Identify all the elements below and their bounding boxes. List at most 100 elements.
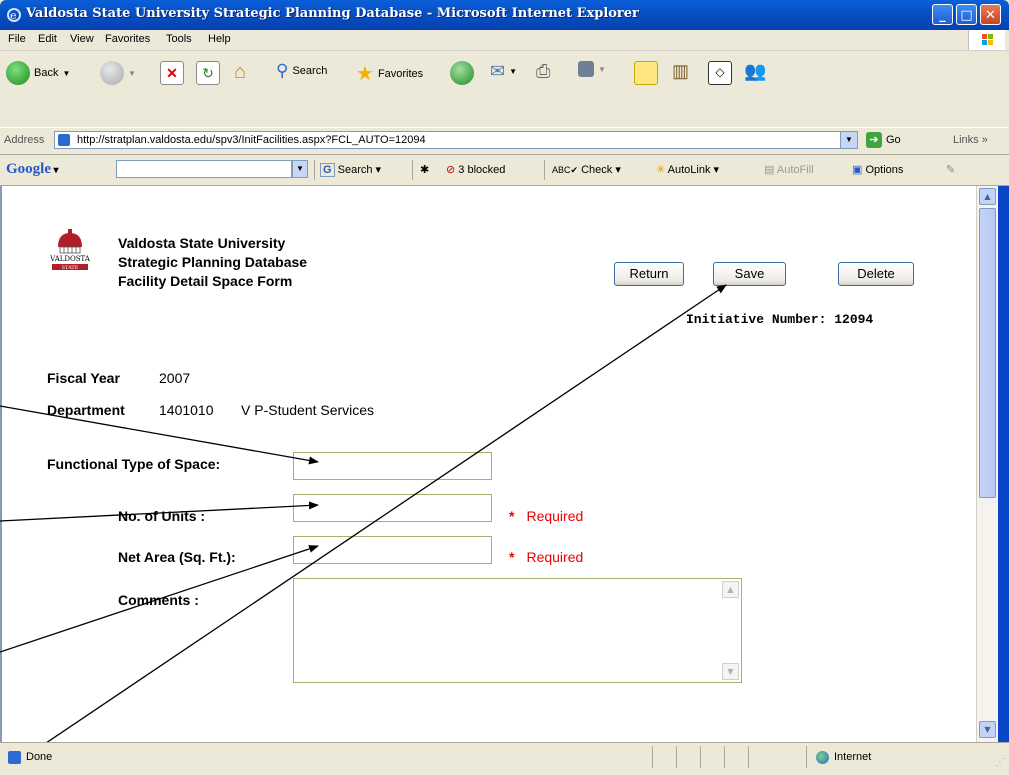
home-icon: ⌂ — [234, 61, 247, 83]
media-button[interactable]: ◇ — [708, 61, 732, 85]
net-area-input[interactable] — [293, 536, 492, 564]
autofill-button[interactable]: ▤ AutoFill — [764, 163, 814, 176]
favorites-button[interactable]: ★ Favorites — [356, 61, 423, 86]
research-button[interactable]: ▥ — [672, 61, 689, 82]
media-icon: ◇ — [708, 61, 732, 85]
org-database: Strategic Planning Database — [118, 254, 308, 270]
fiscal-year-label: Fiscal Year — [47, 370, 120, 386]
chevron-down-icon: ▼ — [62, 68, 71, 78]
home-button[interactable]: ⌂ — [234, 61, 246, 84]
refresh-button[interactable]: ↻ — [196, 61, 220, 85]
scroll-down-icon[interactable]: ▼ — [979, 721, 996, 738]
maximize-button[interactable]: □ — [956, 4, 977, 25]
popup-blocker-button[interactable]: ⊘ 3 blocked — [446, 163, 505, 176]
scroll-up-icon[interactable]: ▲ — [979, 188, 996, 205]
menu-help[interactable]: Help — [208, 33, 231, 45]
form-title: Facility Detail Space Form — [118, 273, 293, 289]
discuss-button[interactable] — [634, 61, 658, 85]
window-border-right — [998, 186, 1009, 742]
save-button[interactable]: Save — [713, 262, 786, 286]
units-required-text: Required — [526, 508, 584, 524]
chevron-down-icon: ▼ — [128, 68, 136, 78]
windows-logo-icon — [968, 30, 1005, 50]
comments-textarea[interactable]: ▲ ▼ — [293, 578, 742, 683]
status-bar: Done Internet ⋰ — [0, 742, 1009, 775]
fiscal-year-value: 2007 — [159, 370, 191, 386]
back-button[interactable]: Back ▼ — [6, 61, 70, 85]
address-input[interactable]: http://stratplan.valdosta.edu/spv3/InitF… — [54, 131, 858, 149]
go-label: Go — [886, 134, 901, 146]
internet-zone-icon — [816, 751, 829, 764]
google-search-button[interactable]: G Search ▾ — [320, 163, 381, 177]
chevron-down-icon: ▼ — [598, 64, 606, 74]
department-code: 1401010 — [159, 402, 214, 418]
address-dropdown-icon[interactable]: ▼ — [840, 132, 857, 148]
stop-button[interactable]: ✕ — [160, 61, 184, 85]
google-search-input[interactable] — [116, 160, 292, 178]
search-icon: ⚲ — [276, 61, 289, 80]
scroll-down-icon[interactable]: ▼ — [722, 663, 739, 680]
vertical-scrollbar[interactable]: ▲ ▼ — [976, 186, 999, 742]
print-icon: ⎙ — [536, 61, 551, 81]
books-icon: ▥ — [672, 61, 690, 81]
resize-grip-icon[interactable]: ⋰ — [995, 757, 1005, 768]
comments-scrollbar[interactable]: ▲ ▼ — [722, 581, 739, 680]
google-logo-text: Google — [6, 161, 51, 177]
links-button[interactable]: Links » — [953, 134, 988, 146]
mail-button[interactable]: ✉ ▼ — [490, 61, 517, 82]
options-label: Options — [865, 164, 904, 176]
spell-check-button[interactable]: ABC✔ Check ▾ — [552, 163, 621, 176]
menu-file[interactable]: File — [8, 33, 26, 45]
page-done-icon — [8, 751, 21, 764]
print-button[interactable]: ⎙ — [536, 61, 550, 82]
google-search-label: Search — [337, 164, 373, 176]
google-logo[interactable]: Google ▾ — [6, 161, 59, 178]
messenger-icon: 👥 — [744, 61, 767, 81]
google-search-dropdown-icon[interactable]: ▼ — [292, 160, 308, 178]
history-button[interactable] — [450, 61, 474, 85]
initiative-number: Initiative Number: 12094 — [686, 312, 874, 327]
functional-type-input[interactable] — [293, 452, 492, 480]
go-button[interactable]: ➔ Go — [866, 132, 901, 148]
comments-label: Comments : — [118, 592, 199, 608]
chevron-down-icon: ▼ — [509, 67, 518, 76]
units-input[interactable] — [293, 494, 492, 522]
department-name: V P-Student Services — [241, 402, 375, 418]
search-button[interactable]: ⚲ Search — [276, 61, 327, 81]
browser-window: e Valdosta State University Strategic Pl… — [0, 0, 1009, 775]
edit-icon — [578, 61, 594, 77]
edit-button[interactable]: ▼ — [578, 61, 606, 77]
news-icon[interactable]: ✱ — [420, 163, 429, 176]
messenger-button[interactable]: 👥 — [744, 61, 766, 82]
autolink-button[interactable]: ✳ AutoLink ▾ — [656, 163, 719, 176]
window-title: Valdosta State University Strategic Plan… — [26, 6, 639, 21]
logo-text-top: VALDOSTA — [49, 255, 91, 263]
close-button[interactable]: ✕ — [980, 4, 1001, 25]
check-label: Check — [581, 164, 613, 176]
ie-icon: e — [7, 8, 21, 22]
refresh-icon: ↻ — [196, 61, 220, 85]
menu-tools[interactable]: Tools — [166, 33, 192, 45]
menu-edit[interactable]: Edit — [38, 33, 57, 45]
options-button[interactable]: ▣ Options — [852, 163, 903, 176]
return-button[interactable]: Return — [614, 262, 684, 286]
autofill-label: AutoFill — [776, 164, 814, 176]
scroll-thumb[interactable] — [979, 208, 996, 498]
favorites-label: Favorites — [377, 67, 424, 80]
minimize-button[interactable]: _ — [932, 4, 953, 25]
pencil-icon[interactable]: ✎ — [946, 163, 955, 176]
menu-favorites[interactable]: Favorites — [105, 33, 150, 45]
options-icon: ▣ — [852, 164, 863, 176]
links-label: Links — [953, 134, 979, 146]
menu-view[interactable]: View — [70, 33, 94, 45]
forward-button[interactable]: ▼ — [100, 61, 136, 85]
autolink-icon: ✳ — [656, 164, 666, 176]
go-arrow-icon: ➔ — [866, 132, 882, 148]
note-icon — [634, 61, 658, 85]
menu-bar: File Edit View Favorites Tools Help — [0, 30, 1009, 51]
popup-blocked-icon: ⊘ — [446, 164, 456, 176]
mail-icon: ✉ — [490, 61, 506, 81]
star-icon: ★ — [356, 63, 374, 85]
scroll-up-icon[interactable]: ▲ — [722, 581, 739, 598]
delete-button[interactable]: Delete — [838, 262, 914, 286]
